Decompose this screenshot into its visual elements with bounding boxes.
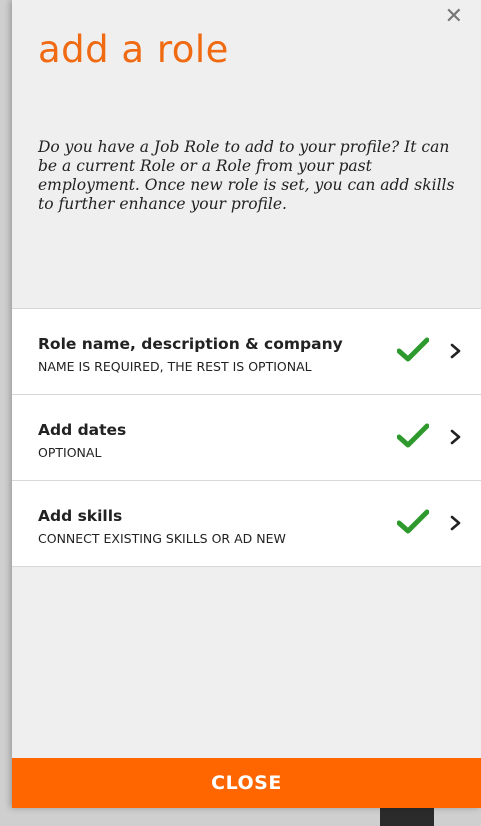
- step-title: Role name, description & company: [38, 335, 343, 353]
- step-row-role-details[interactable]: Role name, description & company NAME IS…: [12, 309, 481, 395]
- step-subtitle: OPTIONAL: [38, 445, 102, 460]
- close-icon[interactable]: ✕: [445, 6, 463, 28]
- add-role-panel: ✕ add a role Do you have a Job Role to a…: [12, 0, 481, 808]
- chevron-right-icon[interactable]: [450, 515, 462, 531]
- step-row-dates[interactable]: Add dates OPTIONAL: [12, 395, 481, 481]
- close-button[interactable]: CLOSE: [12, 758, 481, 808]
- check-icon: [397, 509, 429, 534]
- step-title: Add skills: [38, 507, 123, 525]
- panel-title: add a role: [38, 28, 229, 71]
- step-row-skills[interactable]: Add skills CONNECT EXISTING SKILLS OR AD…: [12, 481, 481, 567]
- step-title: Add dates: [38, 421, 127, 439]
- chevron-right-icon[interactable]: [450, 343, 462, 359]
- intro-text: Do you have a Job Role to add to your pr…: [38, 138, 455, 213]
- check-icon: [397, 337, 429, 362]
- chevron-right-icon[interactable]: [450, 429, 462, 445]
- step-subtitle: NAME IS REQUIRED, THE REST IS OPTIONAL: [38, 359, 312, 374]
- check-icon: [397, 423, 429, 448]
- step-subtitle: CONNECT EXISTING SKILLS OR AD NEW: [38, 531, 286, 546]
- step-list: Role name, description & company NAME IS…: [12, 308, 481, 567]
